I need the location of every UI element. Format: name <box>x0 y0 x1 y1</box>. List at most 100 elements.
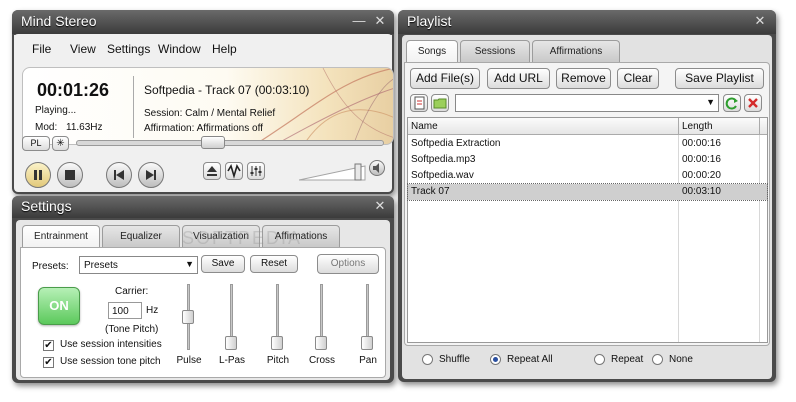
presets-dropdown[interactable]: Presets ▼ <box>79 256 198 274</box>
playlist-select-dropdown[interactable]: ▼ <box>455 94 719 112</box>
seek-knob[interactable] <box>200 136 225 149</box>
song-name: Softpedia.wav <box>411 170 474 181</box>
close-icon[interactable]: ✕ <box>373 14 387 28</box>
column-header-name[interactable]: Name <box>411 121 438 132</box>
tab-songs-label: Songs <box>417 46 447 57</box>
use-intensities-checkbox[interactable]: ✔ <box>43 340 54 351</box>
column-divider[interactable] <box>678 118 679 135</box>
menu-window[interactable]: Window <box>158 42 201 56</box>
reset-button[interactable]: Reset <box>250 255 298 273</box>
player-title: Mind Stereo <box>21 13 97 29</box>
now-playing-display: 00:01:26 Playing... Mod: 11.63Hz Softped… <box>22 67 394 145</box>
slider-knob-pulse[interactable] <box>182 310 194 324</box>
mode-label-shuffle: Shuffle <box>439 354 470 365</box>
slider-knob-pitch[interactable] <box>271 336 283 350</box>
table-row[interactable]: Softpedia.mp3 00:00:16 <box>408 152 767 168</box>
carrier-label: Carrier: <box>115 286 149 297</box>
tab-affirmations[interactable]: Affirmations <box>532 40 620 62</box>
close-icon[interactable]: ✕ <box>753 14 767 28</box>
add-url-button[interactable]: Add URL <box>487 68 550 89</box>
elapsed-time: 00:01:26 <box>37 80 110 100</box>
song-name: Track 07 <box>411 186 450 197</box>
close-icon[interactable]: ✕ <box>373 199 387 213</box>
eject-icon <box>207 166 217 176</box>
volume-slider[interactable] <box>299 160 369 182</box>
tab-equalizer[interactable]: Equalizer <box>102 225 180 247</box>
column-divider[interactable] <box>759 118 760 135</box>
add-url-label: Add URL <box>494 71 543 85</box>
new-playlist-button[interactable] <box>410 94 428 112</box>
settings-titlebar[interactable]: Settings ✕ <box>12 196 394 218</box>
playback-status: Playing... <box>35 105 77 116</box>
delete-icon <box>748 98 758 108</box>
song-name: Softpedia.mp3 <box>411 154 476 165</box>
settings-window: Settings ✕ Entrainment Equalizer Visuali… <box>12 196 394 383</box>
playlist-toggle-button[interactable]: PL <box>22 136 50 151</box>
previous-button[interactable] <box>106 162 132 188</box>
menu-view[interactable]: View <box>70 42 96 56</box>
table-row[interactable]: Softpedia Extraction 00:00:16 <box>408 136 767 152</box>
effect-sliders: Pulse L-Pas Pitch Cross Pan <box>172 284 382 374</box>
player-window: Mind Stereo — ✕ File View Settings Windo… <box>12 10 394 194</box>
minimize-icon[interactable]: — <box>352 14 366 28</box>
tab-entrainment[interactable]: Entrainment <box>22 225 100 247</box>
menu-help[interactable]: Help <box>212 42 237 56</box>
menu-file[interactable]: File <box>32 42 51 56</box>
tab-equalizer-label: Equalizer <box>120 231 162 242</box>
table-row[interactable]: Track 07 00:03:10 <box>407 183 768 201</box>
session-info: Session: Calm / Mental Relief <box>144 108 276 119</box>
column-header-length[interactable]: Length <box>682 121 713 132</box>
tab-songs[interactable]: Songs <box>406 40 458 62</box>
mode-radio-repeat-all[interactable] <box>490 354 501 365</box>
stop-button[interactable] <box>57 162 83 188</box>
use-tone-pitch-label: Use session tone pitch <box>60 356 161 367</box>
next-button[interactable] <box>138 162 164 188</box>
options-button[interactable]: Options <box>317 254 379 274</box>
settings-title: Settings <box>21 198 72 214</box>
on-toggle-button[interactable]: ON <box>38 287 80 325</box>
refresh-button[interactable] <box>723 94 741 112</box>
add-files-button[interactable]: Add File(s) <box>410 68 480 89</box>
affirmation-info: Affirmation: Affirmations off <box>144 123 263 134</box>
use-tone-pitch-checkbox[interactable]: ✔ <box>43 357 54 368</box>
equalizer-button[interactable] <box>247 162 265 180</box>
save-preset-label: Save <box>211 258 235 269</box>
carrier-input[interactable]: 100 <box>108 302 142 319</box>
pause-button[interactable] <box>25 162 51 188</box>
mod-label: Mod: <box>35 122 58 133</box>
save-preset-button[interactable]: Save <box>201 255 245 273</box>
mod-value: 11.63Hz <box>66 122 103 133</box>
slider-knob-l-pas[interactable] <box>225 336 237 350</box>
delete-playlist-button[interactable] <box>744 94 762 112</box>
player-titlebar[interactable]: Mind Stereo — ✕ <box>12 10 394 34</box>
waveform-button[interactable] <box>225 162 243 180</box>
playlist-title: Playlist <box>407 13 452 29</box>
options-label: Options <box>330 258 366 269</box>
save-playlist-button[interactable]: Save Playlist <box>675 68 764 89</box>
volume-mute-button[interactable] <box>369 160 385 176</box>
remove-button[interactable]: Remove <box>556 68 611 89</box>
slider-knob-cross[interactable] <box>315 336 327 350</box>
stop-icon <box>65 170 75 180</box>
slider-label-cross: Cross <box>308 355 336 366</box>
mode-radio-none[interactable] <box>652 354 663 365</box>
visual-effects-button[interactable]: ✳ <box>52 136 69 151</box>
eject-button[interactable] <box>203 162 221 180</box>
presets-value: Presets <box>84 260 118 271</box>
clear-button[interactable]: Clear <box>617 68 659 89</box>
open-playlist-button[interactable] <box>431 94 449 112</box>
play-mode-options: Shuffle Repeat All Repeat None <box>418 352 768 370</box>
star-icon: ✳ <box>56 138 65 149</box>
mode-label-repeat-all: Repeat All <box>507 354 553 365</box>
menu-settings[interactable]: Settings <box>107 42 150 56</box>
seek-track[interactable] <box>76 140 384 146</box>
table-row[interactable]: Softpedia.wav 00:00:20 <box>408 168 767 184</box>
tab-sessions[interactable]: Sessions <box>460 40 530 62</box>
song-length: 00:00:16 <box>682 154 721 165</box>
menu-bar: File View Settings Window Help <box>14 35 392 65</box>
slider-knob-pan[interactable] <box>361 336 373 350</box>
mode-label-none: None <box>669 354 693 365</box>
mode-radio-repeat[interactable] <box>594 354 605 365</box>
playlist-titlebar[interactable]: Playlist ✕ <box>398 10 776 34</box>
mode-radio-shuffle[interactable] <box>422 354 433 365</box>
